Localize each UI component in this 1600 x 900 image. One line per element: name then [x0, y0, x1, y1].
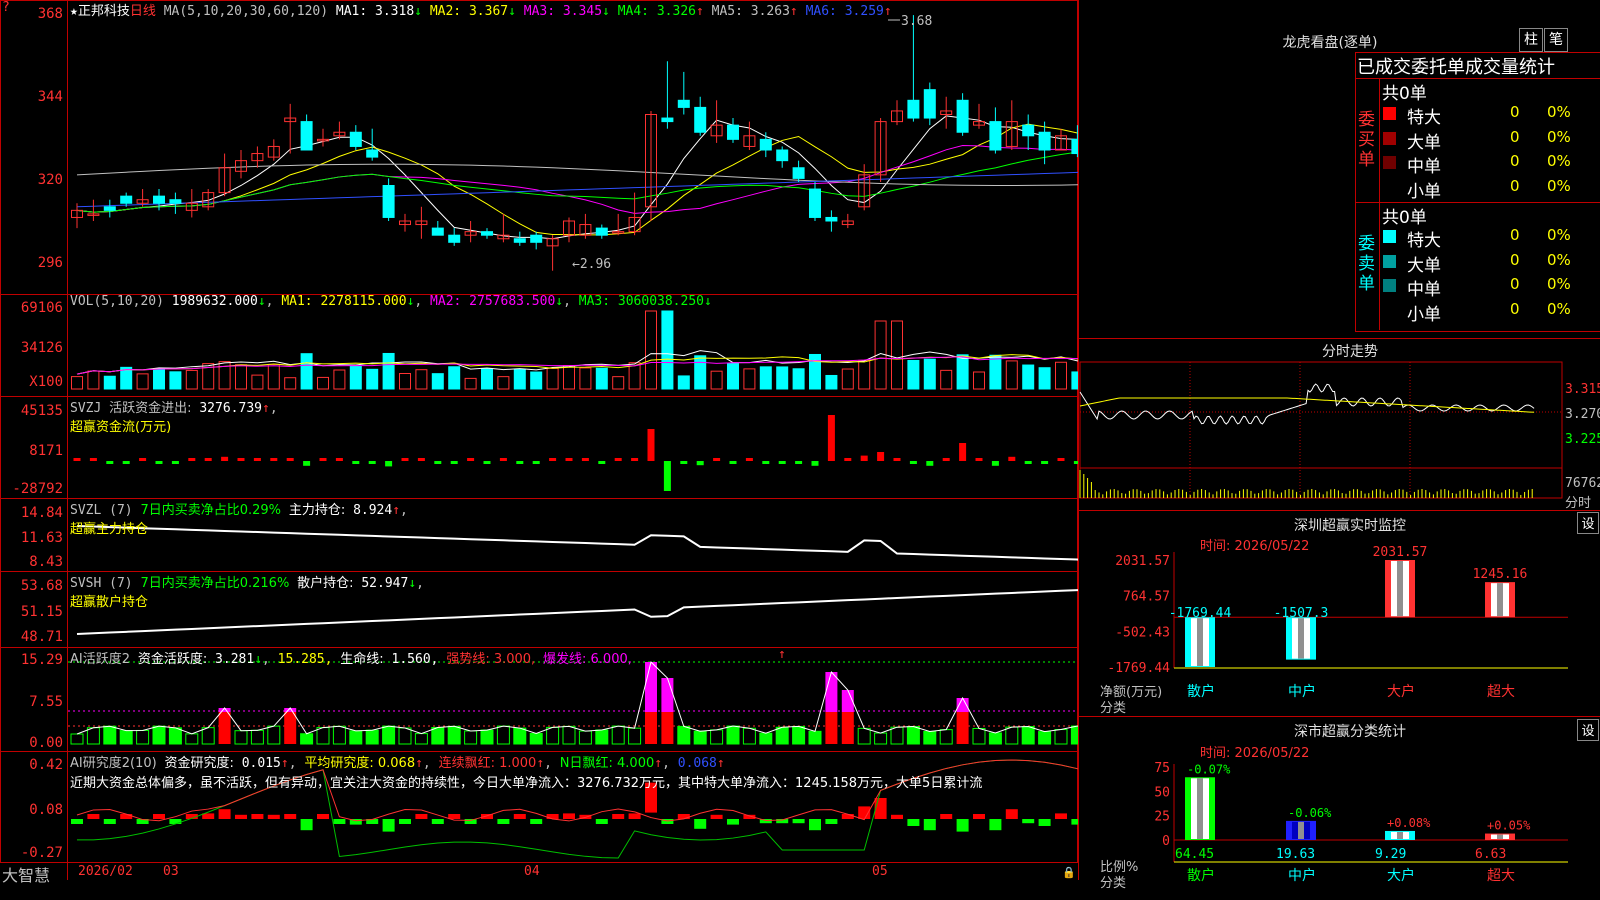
class-value-1: 19.63	[1276, 847, 1315, 862]
class-bar-shade	[1197, 778, 1203, 839]
class-ylabel: 75	[1154, 761, 1170, 776]
class-ylabel: 0	[1162, 834, 1170, 849]
sz-class-chart: 75 50 25 0 -0.07% 64.45 散户 -0.06% 19.63 中户 +0.08% 9…	[1154, 761, 1568, 884]
class-cat-0: 散户	[1187, 867, 1215, 884]
class-value-0: 64.45	[1175, 847, 1214, 862]
class-ylabel: 25	[1154, 810, 1170, 825]
class-change-2: +0.08%	[1387, 816, 1431, 830]
class-bar-shade	[1497, 834, 1503, 839]
class-value-3: 6.63	[1475, 847, 1506, 862]
class-change-1: -0.06%	[1288, 806, 1332, 820]
class-cat-1: 中户	[1288, 867, 1316, 884]
class-cat-3: 超大	[1487, 868, 1515, 884]
class-bar-shade	[1397, 831, 1403, 839]
class-change-3: +0.05%	[1487, 819, 1531, 833]
class-ylabel: 50	[1154, 785, 1170, 800]
sz-class-xlabel: 分类	[1100, 876, 1127, 891]
class-change-0: -0.07%	[1187, 762, 1231, 776]
class-cat-2: 大户	[1387, 867, 1415, 884]
class-bar-shade	[1298, 821, 1304, 839]
class-value-2: 9.29	[1375, 847, 1406, 862]
